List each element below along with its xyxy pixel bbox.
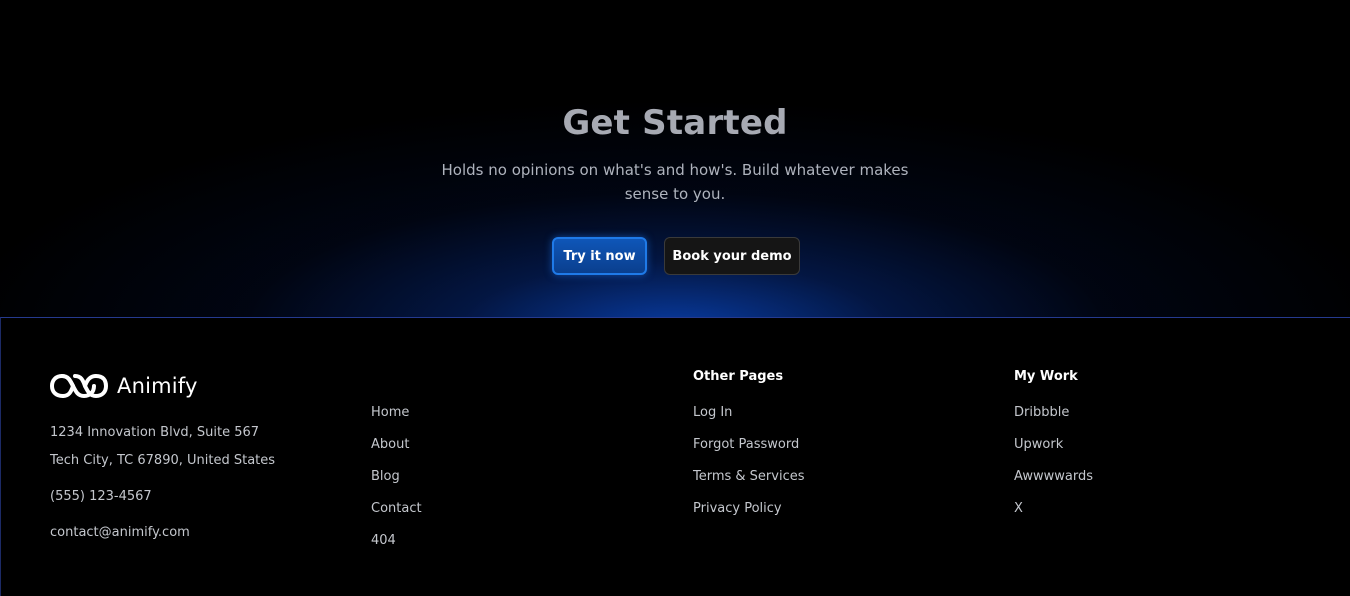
other-pages-heading: Other Pages [693,369,784,384]
infinity-loop-icon [49,373,109,399]
footer-link-blog[interactable]: Blog [371,468,400,486]
footer-link-dribbble[interactable]: Dribbble [1014,404,1069,422]
footer-link-x[interactable]: X [1014,500,1023,518]
footer-link-contact[interactable]: Contact [371,500,422,518]
try-it-now-button[interactable]: Try it now [552,237,647,275]
address-line-1: 1234 Innovation Blvd, Suite 567 [50,425,260,440]
footer-link-log-in[interactable]: Log In [693,404,732,422]
footer-link-forgot-password[interactable]: Forgot Password [693,436,799,454]
footer-link-terms[interactable]: Terms & Services [693,468,805,486]
footer-link-awwwards[interactable]: Awwwwards [1014,468,1093,486]
footer-link-upwork[interactable]: Upwork [1014,436,1063,454]
page: Get Started Holds no opinions on what's … [0,0,1350,596]
footer-link-privacy[interactable]: Privacy Policy [693,500,782,518]
email-link[interactable]: contact@animify.com [50,524,190,542]
get-started-section: Get Started Holds no opinions on what's … [0,0,1350,317]
cta-title: Get Started [562,103,788,143]
cta-subtitle: Holds no opinions on what's and how's. B… [441,161,909,203]
footer-link-about[interactable]: About [371,436,409,454]
footer-link-home[interactable]: Home [371,404,409,422]
brand[interactable]: Animify [49,370,198,402]
footer-link-404[interactable]: 404 [371,532,396,550]
footer: Animify 1234 Innovation Blvd, Suite 567 … [0,317,1350,596]
book-demo-button[interactable]: Book your demo [664,237,800,275]
phone-number[interactable]: (555) 123-4567 [50,488,152,506]
address-line-2: Tech City, TC 67890, United States [50,453,276,468]
brand-name: Animify [117,374,198,398]
my-work-heading: My Work [1014,369,1078,384]
